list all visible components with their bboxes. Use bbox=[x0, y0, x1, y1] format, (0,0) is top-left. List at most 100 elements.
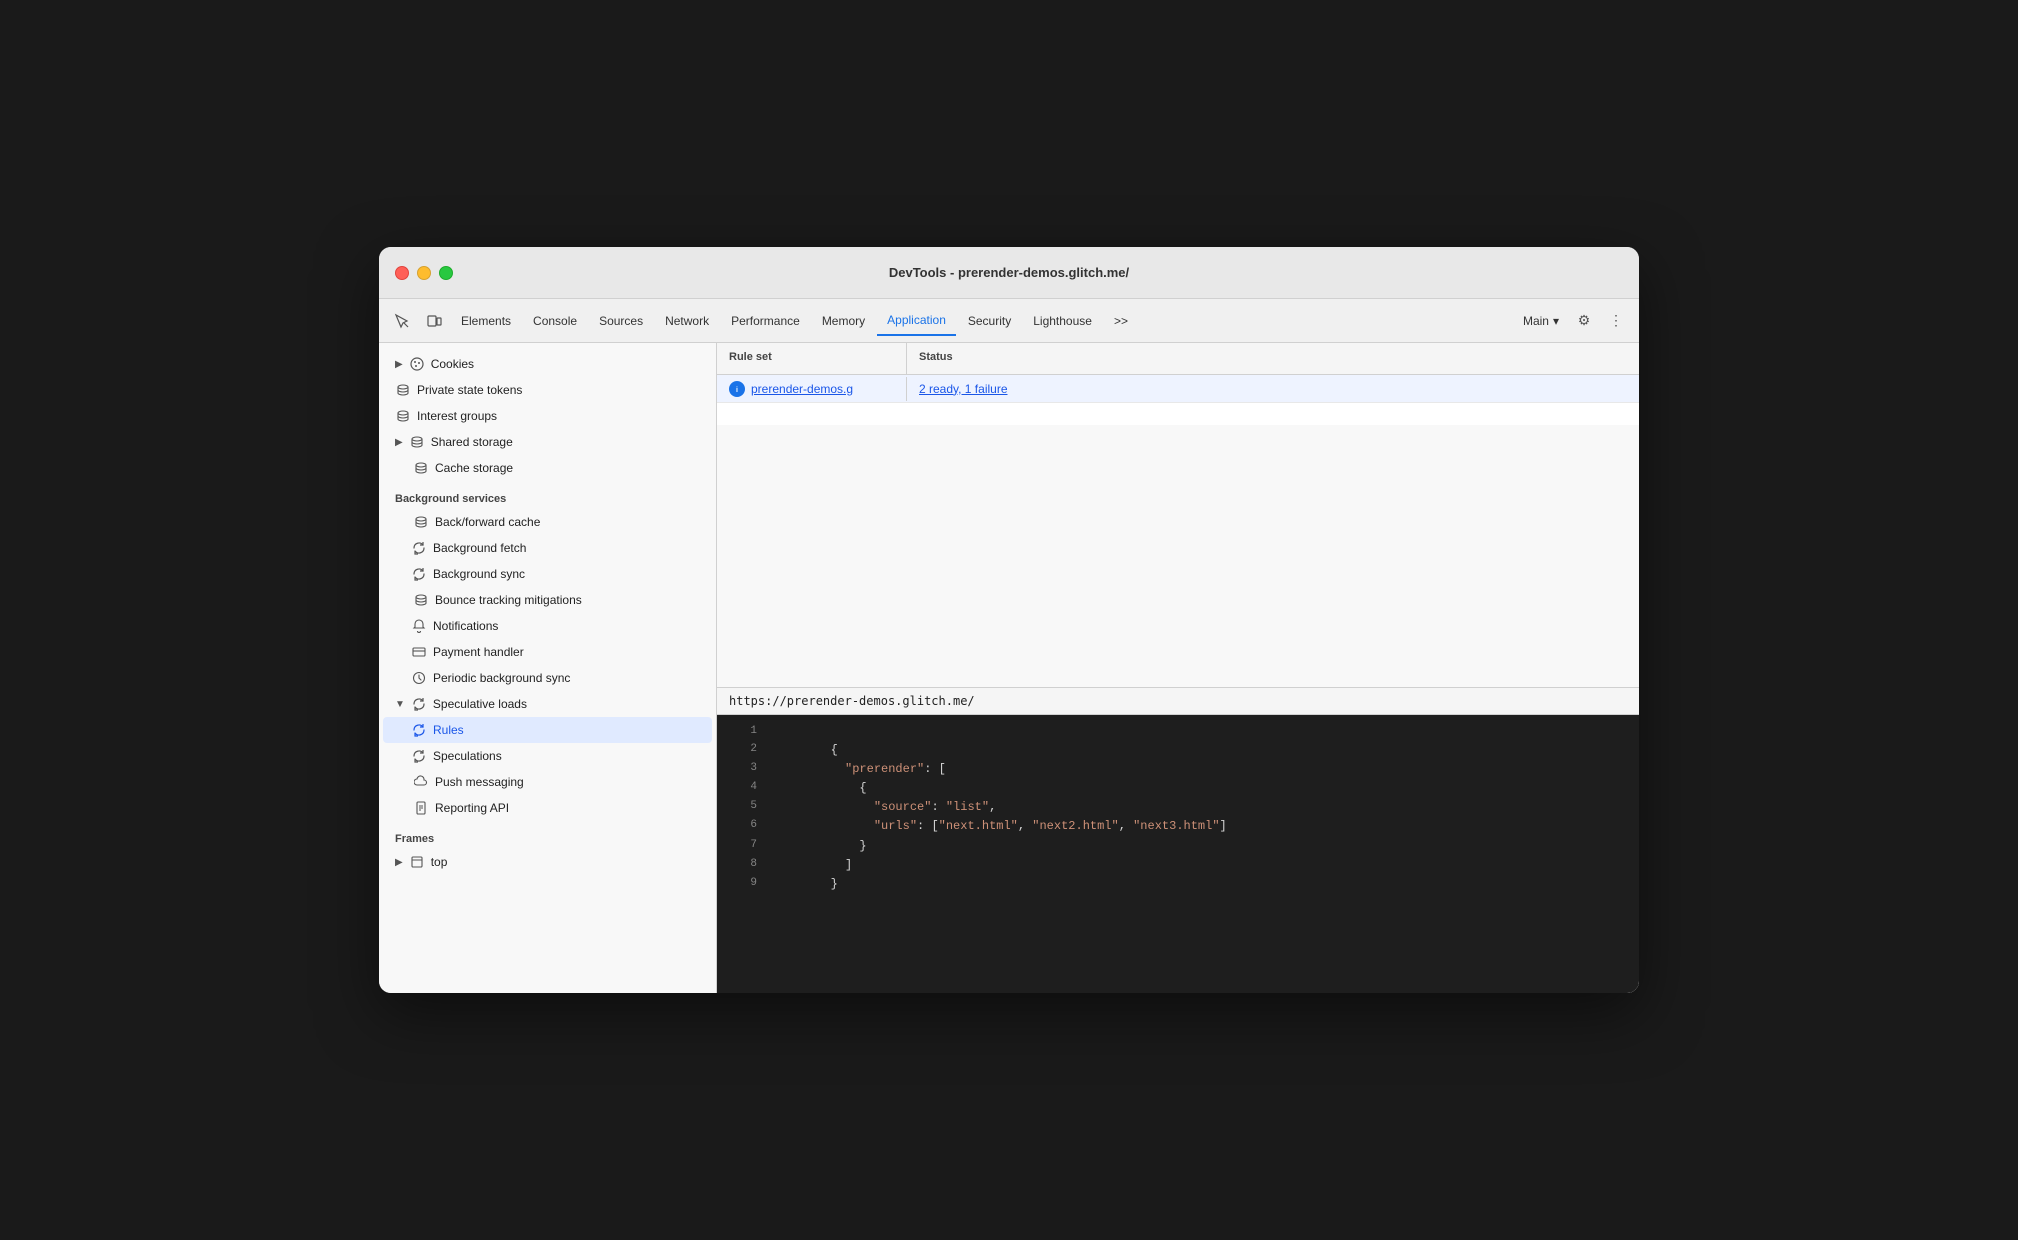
tab-console[interactable]: Console bbox=[523, 306, 587, 336]
line-number: 5 bbox=[729, 798, 757, 816]
cookie-icon bbox=[409, 356, 425, 372]
sidebar-item-speculations[interactable]: Speculations bbox=[383, 743, 712, 769]
sidebar-item-label: Periodic background sync bbox=[433, 671, 570, 685]
chevron-down-icon: ▾ bbox=[1553, 314, 1559, 328]
code-area: 1 2 { 3 "prerender": [ 4 bbox=[717, 715, 1639, 993]
sidebar-item-label: top bbox=[431, 855, 448, 869]
inspect-element-button[interactable] bbox=[387, 306, 417, 336]
sync-icon bbox=[411, 722, 427, 738]
tab-lighthouse[interactable]: Lighthouse bbox=[1023, 306, 1102, 336]
sidebar-item-label: Background sync bbox=[433, 567, 525, 581]
sidebar-item-notifications[interactable]: Notifications bbox=[383, 613, 712, 639]
code-line-9: 9 } bbox=[717, 875, 1639, 894]
tab-elements[interactable]: Elements bbox=[451, 306, 521, 336]
card-icon bbox=[411, 644, 427, 660]
sidebar-item-label: Cookies bbox=[431, 357, 474, 371]
sidebar-item-payment-handler[interactable]: Payment handler bbox=[383, 639, 712, 665]
tab-application[interactable]: Application bbox=[877, 306, 956, 336]
sidebar-item-back-forward-cache[interactable]: Back/forward cache bbox=[383, 509, 712, 535]
more-tabs-button[interactable]: >> bbox=[1104, 306, 1138, 336]
sidebar-item-label: Private state tokens bbox=[417, 383, 522, 397]
code-line-3: 3 "prerender": [ bbox=[717, 760, 1639, 779]
sidebar-item-interest-groups[interactable]: Interest groups bbox=[383, 403, 712, 429]
sidebar-item-push-messaging[interactable]: Push messaging bbox=[383, 769, 712, 795]
sidebar-item-label: Speculations bbox=[433, 749, 502, 763]
code-line-4: 4 { bbox=[717, 779, 1639, 798]
sidebar-item-top[interactable]: ▶ top bbox=[383, 849, 712, 875]
chevron-right-icon: ▶ bbox=[395, 857, 403, 868]
sidebar: ▶ Cookies Private state tokens Interest … bbox=[379, 343, 717, 993]
code-line-6: 6 "urls": ["next.html", "next2.html", "n… bbox=[717, 817, 1639, 836]
database-icon bbox=[395, 408, 411, 424]
sidebar-item-background-fetch[interactable]: Background fetch bbox=[383, 535, 712, 561]
sidebar-item-speculative-loads[interactable]: ▼ Speculative loads bbox=[383, 691, 712, 717]
tab-sources[interactable]: Sources bbox=[589, 306, 653, 336]
more-options-button[interactable]: ⋮ bbox=[1601, 306, 1631, 336]
table-row[interactable]: i prerender-demos.g 2 ready, 1 failure bbox=[717, 375, 1639, 403]
sidebar-item-reporting-api[interactable]: Reporting API bbox=[383, 795, 712, 821]
sidebar-item-label: Back/forward cache bbox=[435, 515, 540, 529]
code-line-5: 5 "source": "list", bbox=[717, 798, 1639, 817]
rule-set-icon: i bbox=[729, 381, 745, 397]
close-button[interactable] bbox=[395, 266, 409, 280]
device-icon bbox=[426, 313, 442, 329]
svg-text:i: i bbox=[736, 387, 738, 394]
sidebar-item-label: Bounce tracking mitigations bbox=[435, 593, 582, 607]
bell-icon bbox=[411, 618, 427, 634]
sidebar-item-private-state-tokens[interactable]: Private state tokens bbox=[383, 377, 712, 403]
chevron-down-icon: ▼ bbox=[395, 699, 405, 710]
column-header-rule-set: Rule set bbox=[717, 343, 907, 374]
rule-set-link[interactable]: prerender-demos.g bbox=[751, 382, 853, 396]
sidebar-item-cookies[interactable]: ▶ Cookies bbox=[383, 351, 712, 377]
devtools-toolbar: Elements Console Sources Network Perform… bbox=[379, 299, 1639, 343]
column-header-status: Status bbox=[907, 343, 1639, 374]
tab-memory[interactable]: Memory bbox=[812, 306, 875, 336]
sidebar-section-frames: Frames bbox=[379, 821, 716, 849]
content-area: Rule set Status i prerender-demos.g bbox=[717, 343, 1639, 993]
empty-area bbox=[717, 425, 1639, 687]
cloud-icon bbox=[413, 774, 429, 790]
more-vert-icon: ⋮ bbox=[1609, 312, 1623, 329]
url-bar: https://prerender-demos.glitch.me/ bbox=[717, 687, 1639, 715]
sidebar-item-label: Speculative loads bbox=[433, 697, 527, 711]
tab-performance[interactable]: Performance bbox=[721, 306, 810, 336]
main-target-button[interactable]: Main ▾ bbox=[1515, 310, 1567, 332]
status-cell: 2 ready, 1 failure bbox=[907, 378, 1639, 400]
settings-button[interactable]: ⚙ bbox=[1569, 306, 1599, 336]
maximize-button[interactable] bbox=[439, 266, 453, 280]
sidebar-item-cache-storage[interactable]: Cache storage bbox=[383, 455, 712, 481]
tab-security[interactable]: Security bbox=[958, 306, 1021, 336]
code-line-8: 8 ] bbox=[717, 856, 1639, 875]
database-icon bbox=[395, 382, 411, 398]
tab-network[interactable]: Network bbox=[655, 306, 719, 336]
line-number: 9 bbox=[729, 875, 757, 893]
sidebar-item-background-sync[interactable]: Background sync bbox=[383, 561, 712, 587]
sidebar-section-background-services: Background services bbox=[379, 481, 716, 509]
sidebar-item-label: Shared storage bbox=[431, 435, 513, 449]
sidebar-item-label: Cache storage bbox=[435, 461, 513, 475]
chevron-right-icon: ▶ bbox=[395, 359, 403, 370]
sidebar-item-label: Rules bbox=[433, 723, 464, 737]
table-body: i prerender-demos.g 2 ready, 1 failure bbox=[717, 375, 1639, 425]
sidebar-item-rules[interactable]: Rules bbox=[383, 717, 712, 743]
sidebar-item-label: Notifications bbox=[433, 619, 498, 633]
sync-icon bbox=[411, 566, 427, 582]
table-header: Rule set Status bbox=[717, 343, 1639, 375]
sidebar-item-shared-storage[interactable]: ▶ Shared storage bbox=[383, 429, 712, 455]
minimize-button[interactable] bbox=[417, 266, 431, 280]
toolbar-right: Main ▾ ⚙ ⋮ bbox=[1515, 306, 1631, 336]
line-number: 3 bbox=[729, 760, 757, 778]
titlebar: DevTools - prerender-demos.glitch.me/ bbox=[379, 247, 1639, 299]
doc-icon bbox=[413, 800, 429, 816]
code-line-2: 2 { bbox=[717, 741, 1639, 760]
sidebar-item-periodic-background-sync[interactable]: Periodic background sync bbox=[383, 665, 712, 691]
line-number: 4 bbox=[729, 779, 757, 797]
frame-icon bbox=[409, 854, 425, 870]
line-number: 1 bbox=[729, 723, 757, 741]
sync-icon bbox=[411, 540, 427, 556]
device-toggle-button[interactable] bbox=[419, 306, 449, 336]
rule-set-cell: i prerender-demos.g bbox=[717, 377, 907, 401]
window-title: DevTools - prerender-demos.glitch.me/ bbox=[889, 265, 1129, 280]
status-link[interactable]: 2 ready, 1 failure bbox=[919, 382, 1008, 396]
sidebar-item-bounce-tracking[interactable]: Bounce tracking mitigations bbox=[383, 587, 712, 613]
